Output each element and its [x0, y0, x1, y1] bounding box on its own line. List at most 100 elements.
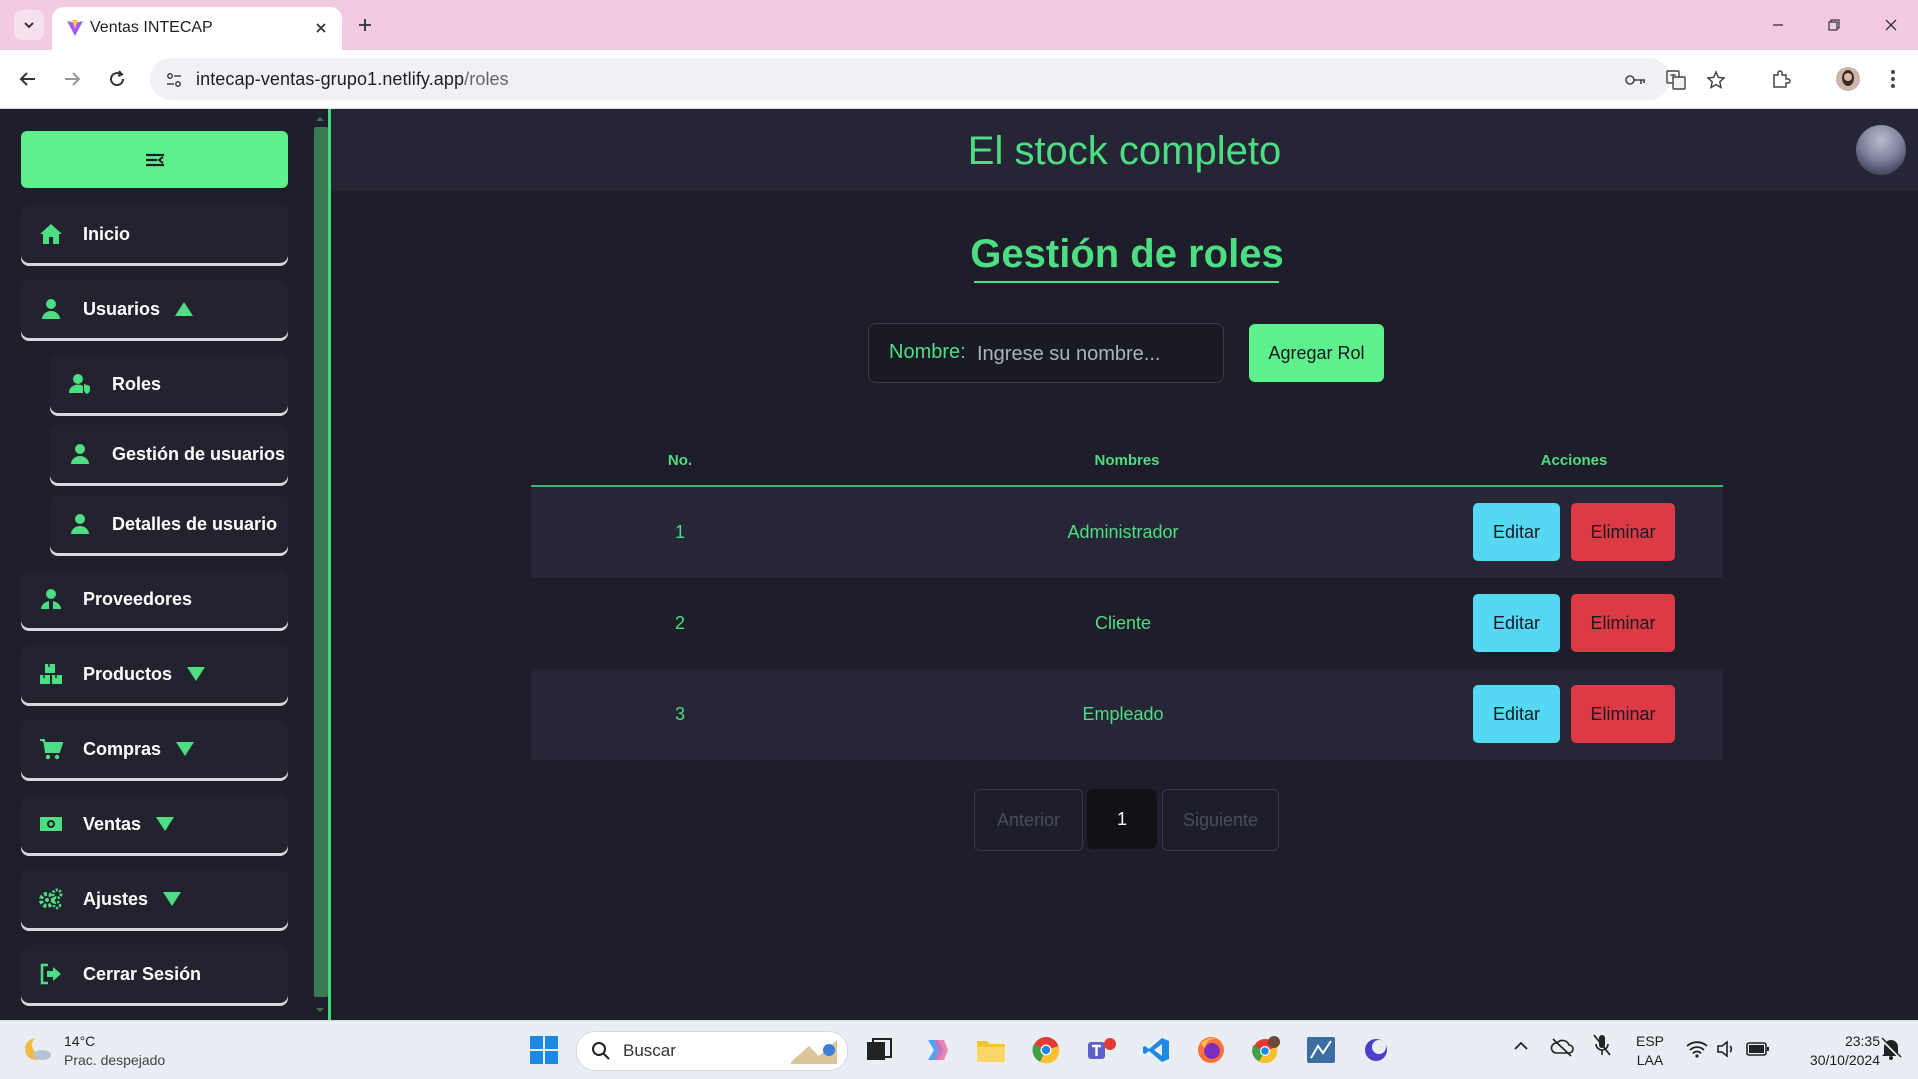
delete-button[interactable]: Eliminar	[1571, 685, 1675, 743]
star-icon[interactable]	[1704, 68, 1728, 92]
wifi-icon[interactable]	[1686, 1040, 1708, 1058]
home-icon	[39, 222, 63, 246]
windows-taskbar: 14°C Prac. despejado Buscar ESP LAA 23:3…	[0, 1020, 1918, 1079]
search-label: Nombre:	[889, 341, 966, 363]
file-explorer-icon[interactable]	[974, 1033, 1008, 1067]
app-title: El stock completo	[967, 129, 1282, 173]
translate-icon[interactable]	[1664, 68, 1688, 92]
cell-name: Administrador	[1067, 522, 1179, 542]
onedrive-offline-icon[interactable]	[1550, 1037, 1574, 1057]
sidebar-item-label: Proveedores	[83, 588, 193, 609]
lang-bottom: LAA	[1636, 1052, 1664, 1068]
column-header-no: No.	[667, 452, 693, 469]
sidebar-item-cerrar-sesion[interactable]: Cerrar Sesión	[21, 945, 288, 1003]
menu-collapse-icon	[145, 153, 164, 166]
cell-name: Empleado	[1082, 704, 1164, 724]
sidebar-item-label: Ventas	[83, 813, 142, 834]
pagination-page-1[interactable]: 1	[1087, 789, 1157, 849]
browser-tab-bar: Ventas INTECAP	[0, 0, 1918, 50]
extensions-icon[interactable]	[1766, 64, 1796, 94]
forward-arrow-icon[interactable]	[57, 64, 87, 94]
sidebar-item-label: Compras	[83, 738, 162, 759]
volume-icon[interactable]	[1716, 1040, 1738, 1058]
url-text: intecap-ventas-grupo1.netlify.app/roles	[196, 69, 509, 89]
weather-desc: Prac. despejado	[64, 1052, 166, 1068]
edit-button[interactable]: Editar	[1473, 503, 1560, 561]
sidebar-item-ajustes[interactable]: Ajustes	[21, 870, 288, 928]
sidebar-item-detalles-usuario[interactable]: Detalles de usuario	[50, 495, 288, 553]
sidebar-item-proveedores[interactable]: Proveedores	[21, 570, 288, 628]
chrome-profile-icon[interactable]	[1249, 1033, 1283, 1067]
sidebar-item-label: Roles	[112, 373, 162, 394]
sidebar-item-ventas[interactable]: Ventas	[21, 795, 288, 853]
app-circle-icon[interactable]	[1359, 1033, 1393, 1067]
sidebar-item-roles[interactable]: Roles	[50, 355, 288, 413]
kebab-menu-icon[interactable]	[1878, 64, 1908, 94]
firefox-icon[interactable]	[1194, 1033, 1228, 1067]
reload-icon[interactable]	[102, 64, 132, 94]
sql-tool-icon[interactable]	[1304, 1033, 1338, 1067]
sidebar-toggle-button[interactable]	[21, 131, 288, 188]
sidebar-item-productos[interactable]: Productos	[21, 645, 288, 703]
pagination-next-button[interactable]: Siguiente	[1162, 789, 1279, 851]
scroll-down-icon	[316, 1008, 324, 1012]
chevron-down-icon	[24, 22, 34, 29]
scroll-up-icon	[316, 117, 324, 121]
key-icon[interactable]	[1624, 68, 1648, 92]
sidebar-item-compras[interactable]: Compras	[21, 720, 288, 778]
edit-button[interactable]: Editar	[1473, 685, 1560, 743]
task-view-icon[interactable]	[862, 1033, 896, 1067]
pagination-prev-button[interactable]: Anterior	[974, 789, 1083, 851]
sidebar-item-inicio[interactable]: Inicio	[21, 205, 288, 263]
windows-start-icon[interactable]	[527, 1033, 561, 1067]
restore-icon[interactable]	[1811, 10, 1857, 40]
taskbar-search[interactable]: Buscar	[576, 1031, 848, 1071]
logout-icon	[39, 962, 63, 986]
gears-icon	[39, 887, 63, 911]
battery-icon[interactable]	[1746, 1041, 1770, 1057]
table-row: 3 Empleado Editar Eliminar	[531, 669, 1723, 760]
sidebar-item-label: Ajustes	[83, 888, 149, 909]
profile-avatar-icon[interactable]	[1833, 64, 1863, 94]
back-arrow-icon[interactable]	[13, 64, 43, 94]
delete-button[interactable]: Eliminar	[1571, 594, 1675, 652]
notification-bell-icon[interactable]	[1880, 1037, 1902, 1061]
site-info-icon[interactable]	[162, 68, 186, 92]
user-avatar[interactable]	[1856, 125, 1906, 175]
teams-icon[interactable]	[1084, 1033, 1118, 1067]
taskbar-search-label: Buscar	[623, 1041, 676, 1060]
supplier-icon	[39, 587, 63, 611]
weather-moon-icon[interactable]	[22, 1033, 54, 1065]
search-input[interactable]	[975, 338, 1209, 370]
tray-chevron-up-icon[interactable]	[1513, 1041, 1529, 1051]
vite-favicon-icon	[66, 19, 84, 37]
edit-button[interactable]: Editar	[1473, 594, 1560, 652]
search-icon	[592, 1042, 610, 1060]
cell-no: 2	[674, 613, 685, 633]
tab-close-icon[interactable]	[310, 17, 332, 39]
language-indicator[interactable]: ESP LAA	[1630, 1033, 1670, 1068]
minimize-icon[interactable]	[1755, 10, 1801, 40]
window-close-icon[interactable]	[1868, 10, 1914, 40]
chrome-icon[interactable]	[1029, 1033, 1063, 1067]
sidebar-scroll-thumb[interactable]	[314, 127, 328, 997]
browser-tab[interactable]: Ventas INTECAP	[52, 7, 342, 50]
sidebar-item-gestion-usuarios[interactable]: Gestión de usuarios	[50, 425, 288, 483]
copilot-icon[interactable]	[919, 1033, 953, 1067]
sidebar-item-usuarios[interactable]: Usuarios	[21, 280, 288, 338]
caret-down-icon	[162, 891, 182, 907]
clock[interactable]: 23:35 30/10/2024	[1784, 1033, 1880, 1068]
new-tab-icon[interactable]	[352, 12, 378, 38]
user-shield-icon	[68, 372, 92, 396]
mic-muted-icon[interactable]	[1592, 1033, 1612, 1059]
column-header-acciones: Acciones	[1540, 452, 1608, 469]
cell-no: 3	[674, 704, 685, 724]
money-icon	[39, 812, 63, 836]
delete-button[interactable]: Eliminar	[1571, 503, 1675, 561]
add-role-button[interactable]: Agregar Rol	[1249, 324, 1384, 382]
vscode-icon[interactable]	[1139, 1033, 1173, 1067]
tab-search-button[interactable]	[14, 10, 44, 40]
address-bar[interactable]: intecap-ventas-grupo1.netlify.app/roles	[150, 58, 1726, 100]
column-header-nombres: Nombres	[1094, 452, 1160, 469]
user-icon	[39, 297, 63, 321]
